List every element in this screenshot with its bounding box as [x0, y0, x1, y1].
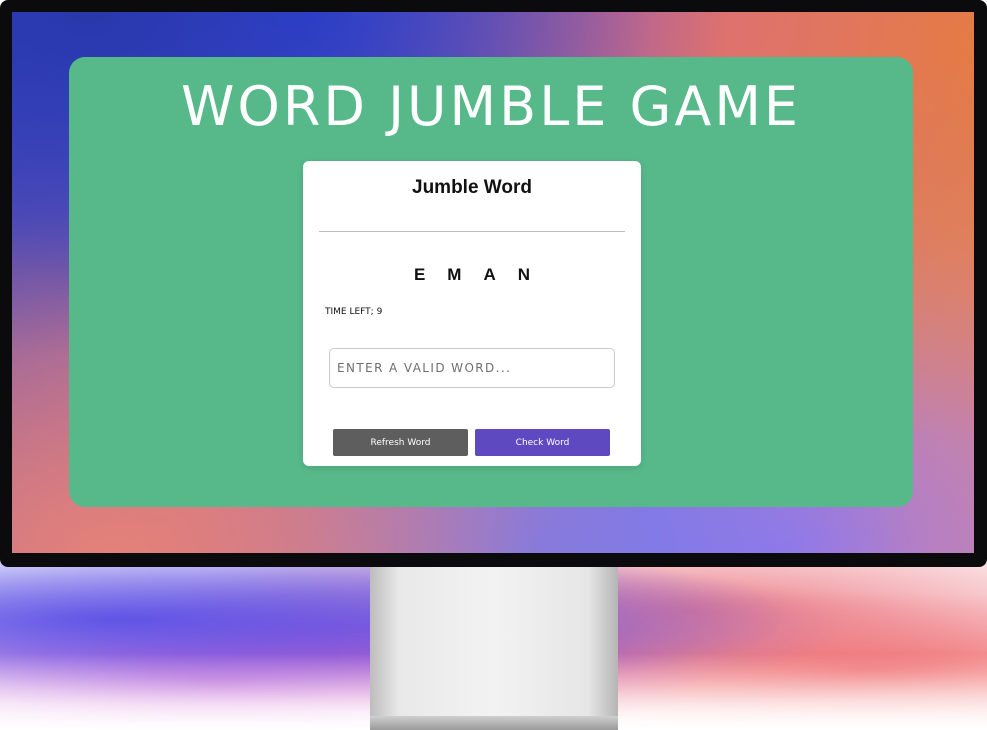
page-title: WORD JUMBLE GAME	[180, 75, 802, 138]
time-left-label: TIME LEFT;	[325, 307, 374, 317]
word-input[interactable]	[329, 348, 615, 388]
refresh-word-button[interactable]: Refresh Word	[333, 429, 468, 456]
card-divider	[319, 231, 625, 232]
time-left-value: 9	[376, 307, 383, 317]
game-container: WORD JUMBLE GAME Jumble Word EMAN TIME L…	[69, 57, 913, 507]
monitor-bezel: WORD JUMBLE GAME Jumble Word EMAN TIME L…	[0, 0, 987, 567]
time-left: TIME LEFT; 9	[325, 307, 382, 317]
jumbled-word: EMAN	[413, 265, 553, 284]
game-card: Jumble Word EMAN TIME LEFT; 9 Refresh Wo…	[303, 161, 641, 466]
monitor-scene: WORD JUMBLE GAME Jumble Word EMAN TIME L…	[0, 0, 987, 730]
monitor-screen: WORD JUMBLE GAME Jumble Word EMAN TIME L…	[12, 12, 974, 553]
card-title: Jumble Word	[412, 177, 532, 198]
monitor-stand	[370, 567, 618, 717]
check-word-button[interactable]: Check Word	[475, 429, 610, 456]
monitor-stand-foot	[370, 716, 618, 730]
